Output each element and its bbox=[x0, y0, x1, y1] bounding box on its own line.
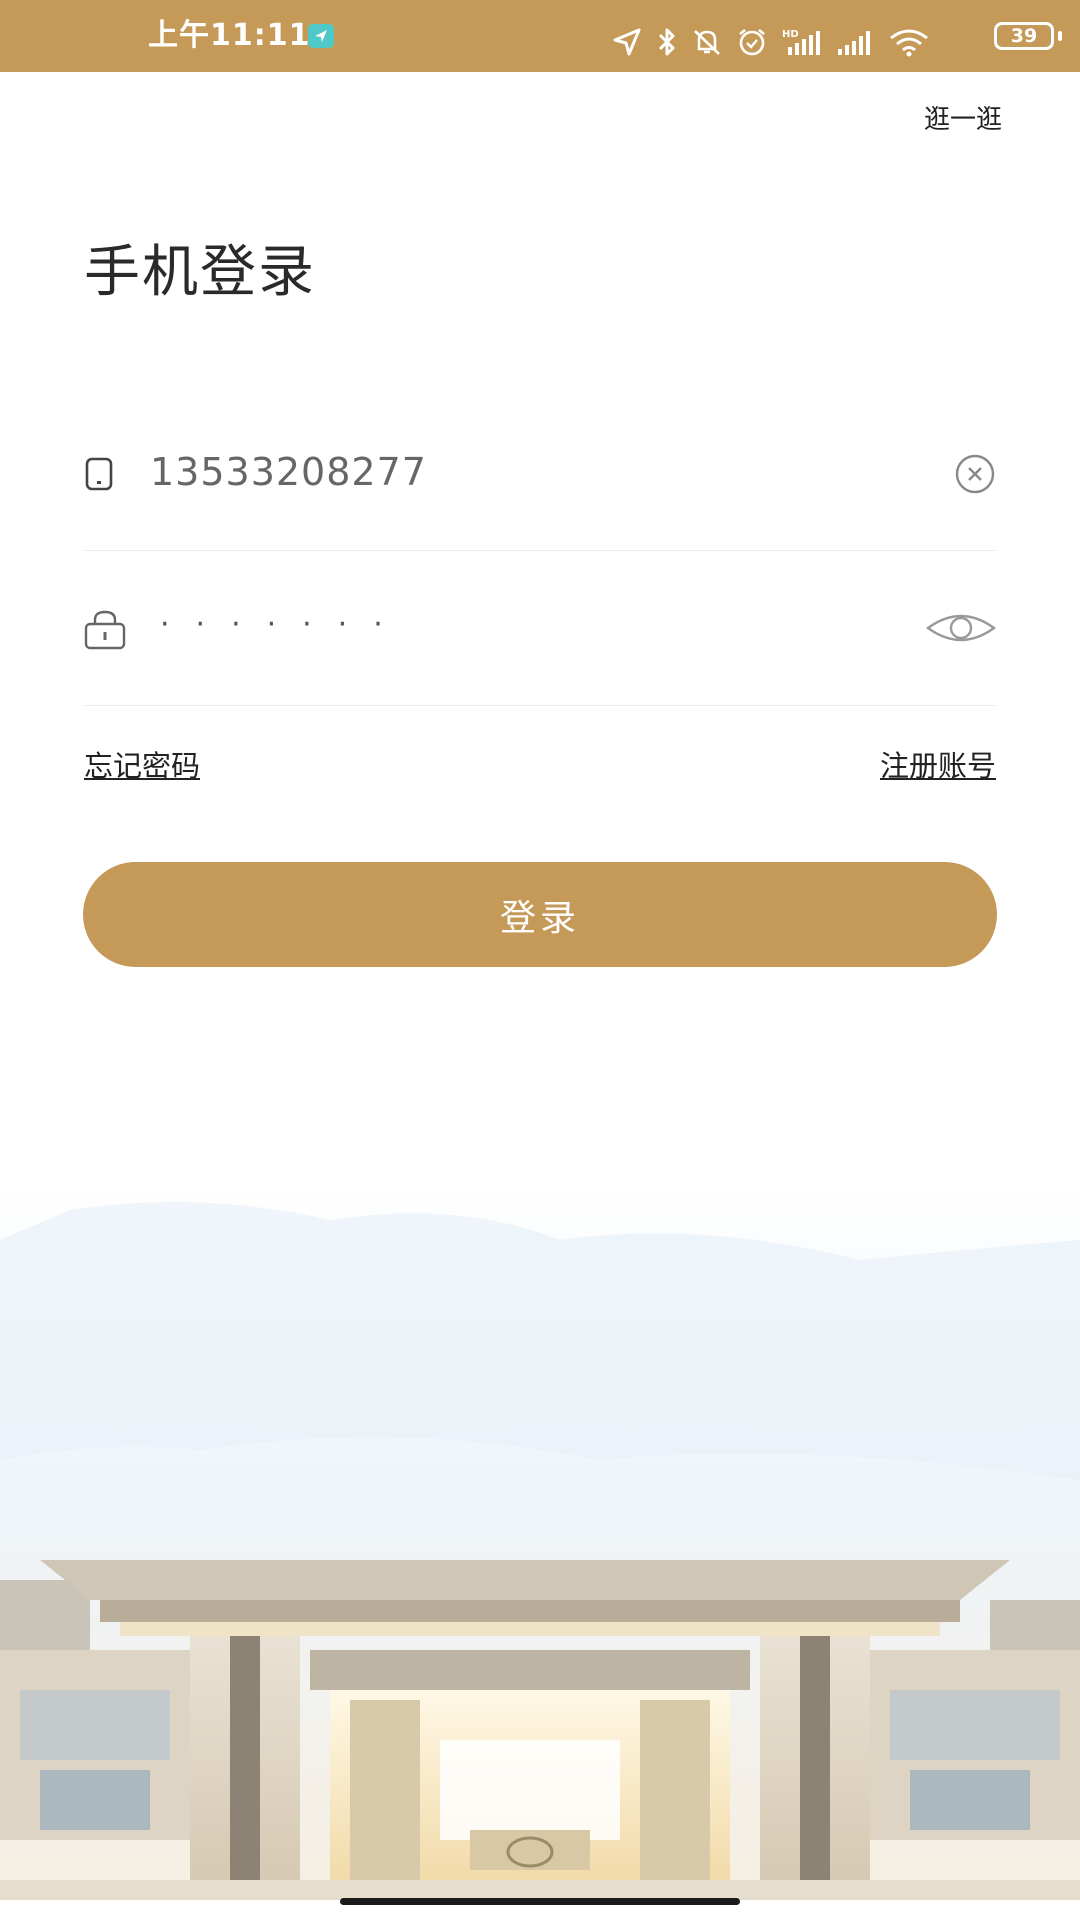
phone-input[interactable]: 13533208277 bbox=[150, 447, 427, 497]
signal-icon bbox=[838, 31, 870, 55]
building-illustration bbox=[0, 1180, 1080, 1900]
phone-field[interactable]: 13533208277 bbox=[84, 395, 996, 551]
alarm-icon bbox=[739, 28, 765, 56]
wifi-icon bbox=[890, 29, 928, 57]
page-title: 手机登录 bbox=[84, 240, 316, 305]
location-arrow-icon bbox=[613, 28, 641, 56]
svg-text:HD: HD bbox=[782, 29, 799, 40]
browse-link[interactable]: 逛一逛 bbox=[924, 100, 1002, 140]
eye-icon[interactable] bbox=[926, 608, 996, 648]
status-time: 上午11:11 bbox=[148, 18, 311, 53]
status-icons: HD bbox=[612, 26, 930, 58]
app-notification-icon bbox=[308, 24, 334, 48]
password-field[interactable]: ······· bbox=[84, 550, 996, 706]
status-bar: 上午11:11 HD 39 bbox=[0, 0, 1080, 72]
mute-bell-icon bbox=[694, 30, 720, 55]
battery-icon: 39 bbox=[994, 22, 1062, 50]
clear-circle-x-icon[interactable] bbox=[954, 453, 996, 495]
hd-signal-icon: HD bbox=[782, 29, 820, 55]
login-screen: 上午11:11 HD 39 逛一逛 手机登录 13533208277 ·····… bbox=[0, 0, 1080, 1920]
home-indicator[interactable] bbox=[340, 1898, 740, 1905]
phone-icon bbox=[85, 457, 113, 491]
lock-icon bbox=[84, 610, 126, 650]
password-input[interactable]: ······· bbox=[160, 600, 409, 650]
battery-level: 39 bbox=[994, 22, 1054, 50]
register-account-link[interactable]: 注册账号 bbox=[880, 746, 996, 786]
login-button[interactable]: 登录 bbox=[83, 862, 997, 967]
bluetooth-icon bbox=[658, 28, 675, 56]
forgot-password-link[interactable]: 忘记密码 bbox=[84, 746, 200, 786]
